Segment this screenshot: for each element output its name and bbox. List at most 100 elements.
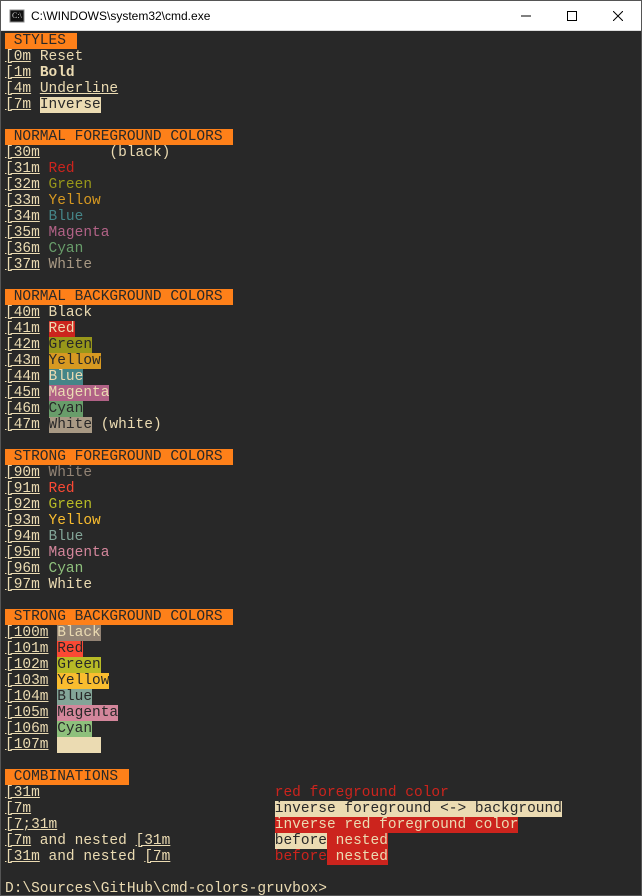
header-normal-bg: NORMAL BACKGROUND COLORS: [5, 289, 233, 305]
style-demo: Reset: [40, 49, 84, 65]
window: C:\ C:\WINDOWS\system32\cmd.exe STYLES […: [0, 0, 642, 896]
escape-code: [7;31m: [5, 817, 57, 833]
combo-nested: nested: [327, 849, 388, 865]
fg-demo: Green: [49, 177, 93, 193]
terminal-line: [31m and nested [7m before nested: [5, 849, 637, 865]
terminal-line: [36m Cyan: [5, 241, 637, 257]
fg-demo: White: [49, 257, 93, 273]
fg-demo: Cyan: [49, 241, 84, 257]
style-demo: Underline: [40, 81, 118, 97]
bg-demo: Black: [49, 305, 93, 321]
terminal-line: [107m: [5, 737, 637, 753]
escape-code: [35m: [5, 225, 40, 241]
escape-code: [1m: [5, 65, 31, 81]
combo-demo: red foreground color: [275, 785, 449, 801]
blank-line: [5, 865, 637, 881]
escape-code: [97m: [5, 577, 40, 593]
terminal-line: NORMAL BACKGROUND COLORS: [5, 289, 637, 305]
titlebar[interactable]: C:\ C:\WINDOWS\system32\cmd.exe: [1, 1, 641, 31]
bg-demo: Magenta: [49, 385, 110, 401]
terminal-line: [92m Green: [5, 497, 637, 513]
bg-demo: Cyan: [49, 401, 84, 417]
escape-code: [34m: [5, 209, 40, 225]
maximize-button[interactable]: [549, 1, 595, 31]
escape-code: [106m: [5, 721, 49, 737]
terminal-line: [7;31m inverse red foreground color: [5, 817, 637, 833]
terminal-line: NORMAL FOREGROUND COLORS: [5, 129, 637, 145]
escape-code: [95m: [5, 545, 40, 561]
escape-code: [37m: [5, 257, 40, 273]
terminal-line: STRONG BACKGROUND COLORS: [5, 609, 637, 625]
window-title: C:\WINDOWS\system32\cmd.exe: [31, 9, 503, 23]
color-note: (white): [92, 417, 162, 433]
terminal[interactable]: STYLES [0m Reset[1m Bold[4m Underline[7m…: [1, 31, 641, 895]
terminal-line: [35m Magenta: [5, 225, 637, 241]
escape-code: [100m: [5, 625, 49, 641]
escape-code: [103m: [5, 673, 49, 689]
terminal-line: [31m Red: [5, 161, 637, 177]
terminal-line: [31m red foreground color: [5, 785, 637, 801]
escape-code: [0m: [5, 49, 31, 65]
terminal-line: [94m Blue: [5, 529, 637, 545]
header-strong-fg: STRONG FOREGROUND COLORS: [5, 449, 233, 465]
escape-code: [90m: [5, 465, 40, 481]
terminal-line: [32m Green: [5, 177, 637, 193]
header-combinations: COMBINATIONS: [5, 769, 129, 785]
combo-demo: inverse red foreground color: [275, 817, 519, 833]
prompt-line: D:\Sources\GitHub\cmd-colors-gruvbox>: [5, 881, 637, 895]
strong-bg-demo: Cyan: [57, 721, 92, 737]
strong-fg-demo: Green: [49, 497, 93, 513]
terminal-line: [91m Red: [5, 481, 637, 497]
escape-code: [31m: [5, 849, 40, 865]
close-button[interactable]: [595, 1, 641, 31]
combo-before: before: [275, 833, 327, 849]
escape-code: [33m: [5, 193, 40, 209]
escape-code: [101m: [5, 641, 49, 657]
strong-fg-demo: Magenta: [49, 545, 110, 561]
fg-demo: Blue: [49, 209, 84, 225]
escape-code: [7m: [144, 849, 170, 865]
blank-line: [5, 273, 637, 289]
terminal-line: [40m Black: [5, 305, 637, 321]
terminal-line: [104m Blue: [5, 689, 637, 705]
minimize-button[interactable]: [503, 1, 549, 31]
escape-code: [30m: [5, 145, 40, 161]
blank-line: [5, 433, 637, 449]
escape-code: [7m: [5, 801, 31, 817]
escape-code: [96m: [5, 561, 40, 577]
terminal-line: [43m Yellow: [5, 353, 637, 369]
blank-line: [5, 593, 637, 609]
strong-bg-demo: Green: [57, 657, 101, 673]
terminal-line: [4m Underline: [5, 81, 637, 97]
strong-bg-demo: Red: [57, 641, 83, 657]
fg-demo: [49, 145, 101, 161]
fg-demo: Red: [49, 161, 75, 177]
strong-fg-demo: White: [49, 465, 93, 481]
prompt: D:\Sources\GitHub\cmd-colors-gruvbox>: [5, 881, 327, 895]
terminal-line: [103m Yellow: [5, 673, 637, 689]
terminal-line: [96m Cyan: [5, 561, 637, 577]
strong-fg-demo: White: [49, 577, 93, 593]
escape-code: [42m: [5, 337, 40, 353]
color-note: (black): [101, 145, 171, 161]
terminal-line: [33m Yellow: [5, 193, 637, 209]
svg-text:C:\: C:\: [12, 11, 23, 20]
strong-bg-demo: Magenta: [57, 705, 118, 721]
strong-bg-demo: Yellow: [57, 673, 109, 689]
fg-demo: Magenta: [49, 225, 110, 241]
terminal-line: [106m Cyan: [5, 721, 637, 737]
escape-code: [7m: [5, 833, 31, 849]
cmd-icon: C:\: [9, 8, 25, 24]
escape-code: [105m: [5, 705, 49, 721]
escape-code: [92m: [5, 497, 40, 513]
escape-code: [31m: [136, 833, 171, 849]
strong-fg-demo: Blue: [49, 529, 84, 545]
blank-line: [5, 113, 637, 129]
escape-code: [31m: [5, 785, 40, 801]
terminal-line: [42m Green: [5, 337, 637, 353]
escape-code: [94m: [5, 529, 40, 545]
escape-code: [45m: [5, 385, 40, 401]
escape-code: [40m: [5, 305, 40, 321]
strong-bg-demo: Black: [57, 625, 101, 641]
terminal-line: [93m Yellow: [5, 513, 637, 529]
